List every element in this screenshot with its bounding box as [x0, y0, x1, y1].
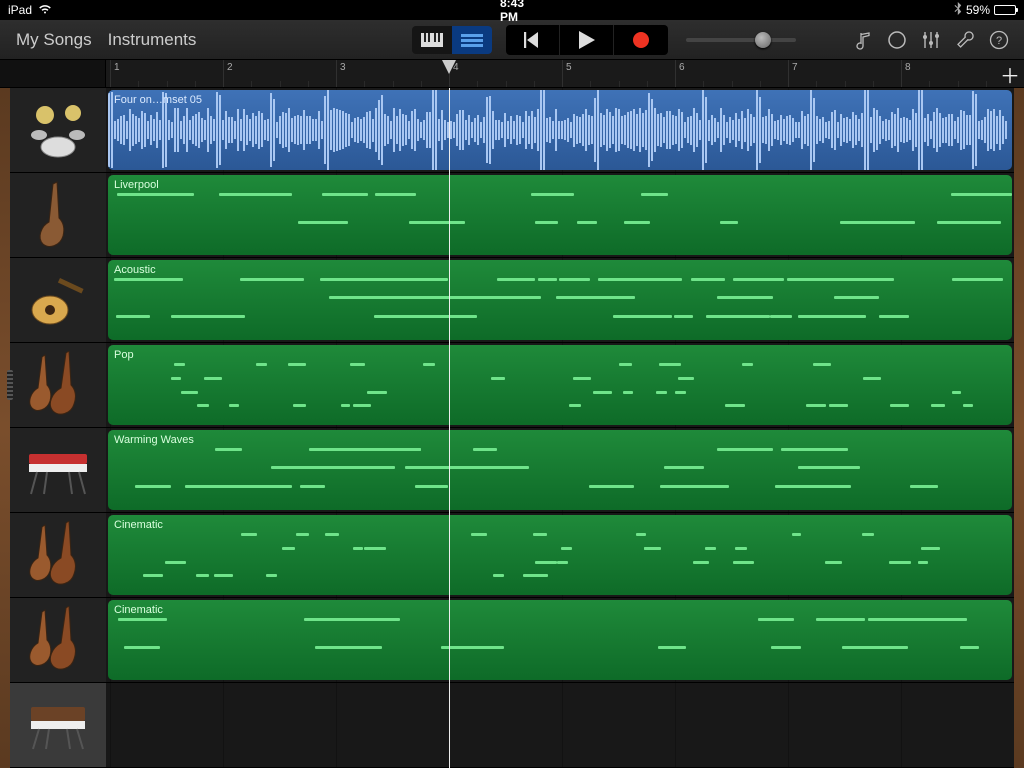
clock: 8:43 PM: [500, 0, 524, 24]
track-header[interactable]: [10, 173, 106, 258]
track-header[interactable]: [10, 258, 106, 343]
transport-controls: [506, 25, 668, 55]
bluetooth-icon: [954, 2, 962, 18]
app-toolbar: My Songs Instruments ?: [0, 20, 1024, 60]
track-lane[interactable]: Acoustic: [106, 258, 1014, 343]
region[interactable]: Liverpool: [108, 175, 1012, 255]
track-header[interactable]: [10, 598, 106, 683]
track-lane[interactable]: Cinematic: [106, 598, 1014, 683]
keys-icon: [23, 438, 93, 503]
volume-slider[interactable]: [686, 25, 836, 55]
ios-status-bar: iPad 8:43 PM 59%: [0, 0, 1024, 20]
device-label: iPad: [8, 3, 32, 17]
playhead[interactable]: [449, 88, 450, 768]
region-label: Liverpool: [108, 175, 1012, 195]
note-tool-button[interactable]: [846, 23, 880, 57]
region[interactable]: Cinematic: [108, 515, 1012, 595]
track-header[interactable]: [10, 513, 106, 598]
track-lane[interactable]: [106, 683, 1014, 768]
settings-wrench-button[interactable]: [948, 23, 982, 57]
track-lanes[interactable]: Four on…mset 05 Liverpool Acoustic Pop Warmi…: [106, 88, 1014, 768]
view-mode-segment: [412, 26, 492, 54]
track-lane[interactable]: Pop: [106, 343, 1014, 428]
wood-trim-right: [1014, 88, 1024, 768]
battery-icon: [994, 5, 1016, 15]
mixer-button[interactable]: [914, 23, 948, 57]
record-button[interactable]: [614, 25, 668, 55]
add-track-button[interactable]: ＋: [1000, 64, 1020, 84]
strings-icon: [23, 353, 93, 418]
region[interactable]: Pop: [108, 345, 1012, 425]
tracks-area: Four on…mset 05 Liverpool Acoustic Pop Warmi…: [0, 88, 1024, 768]
wifi-icon: [38, 3, 52, 18]
bar-number: 8: [905, 62, 911, 73]
tracks-view-button[interactable]: [452, 26, 492, 54]
synth-icon: [23, 693, 93, 758]
loop-button[interactable]: [880, 23, 914, 57]
bar-number: 3: [340, 62, 346, 73]
battery-pct: 59%: [966, 3, 990, 17]
keyboard-view-button[interactable]: [412, 26, 452, 54]
instruments-button[interactable]: Instruments: [100, 30, 205, 50]
track-lane[interactable]: Cinematic: [106, 513, 1014, 598]
track-lane[interactable]: Liverpool: [106, 173, 1014, 258]
track-header[interactable]: [10, 683, 106, 768]
bar-number: 6: [679, 62, 685, 73]
strings-icon: [23, 523, 93, 588]
track-lane[interactable]: Warming Waves: [106, 428, 1014, 513]
midi-notes: [114, 193, 1006, 249]
track-lane[interactable]: Four on…mset 05: [106, 88, 1014, 173]
my-songs-button[interactable]: My Songs: [8, 30, 100, 50]
strings-icon: [23, 608, 93, 673]
wood-trim-left: [0, 88, 10, 768]
timeline-ruler[interactable]: 12345678 ＋: [0, 60, 1024, 88]
midi-notes: [114, 278, 1006, 334]
region-label: Four on…mset 05: [108, 90, 1012, 110]
region-label: Acoustic: [108, 260, 1012, 280]
bar-number: 5: [566, 62, 572, 73]
midi-notes: [114, 533, 1006, 589]
region-label: Cinematic: [108, 600, 1012, 620]
rewind-button[interactable]: [506, 25, 560, 55]
region-label: Warming Waves: [108, 430, 1012, 450]
drums-icon: [23, 98, 93, 163]
midi-notes: [114, 448, 1006, 504]
track-header[interactable]: [10, 343, 106, 428]
region-label: Cinematic: [108, 515, 1012, 535]
bar-number: 7: [792, 62, 798, 73]
track-header[interactable]: [10, 428, 106, 513]
region[interactable]: Acoustic: [108, 260, 1012, 340]
track-headers: [10, 88, 106, 768]
help-button[interactable]: ?: [982, 23, 1016, 57]
play-button[interactable]: [560, 25, 614, 55]
bar-number: 1: [114, 62, 120, 73]
bass-icon: [23, 183, 93, 248]
region[interactable]: Four on…mset 05: [108, 90, 1012, 170]
region[interactable]: Cinematic: [108, 600, 1012, 680]
resize-handle[interactable]: [7, 370, 13, 400]
region-label: Pop: [108, 345, 1012, 365]
region[interactable]: Warming Waves: [108, 430, 1012, 510]
midi-notes: [114, 363, 1006, 419]
midi-notes: [114, 618, 1006, 674]
svg-text:?: ?: [996, 35, 1002, 47]
track-header[interactable]: [10, 88, 106, 173]
guitar-icon: [23, 268, 93, 333]
bar-number: 2: [227, 62, 233, 73]
